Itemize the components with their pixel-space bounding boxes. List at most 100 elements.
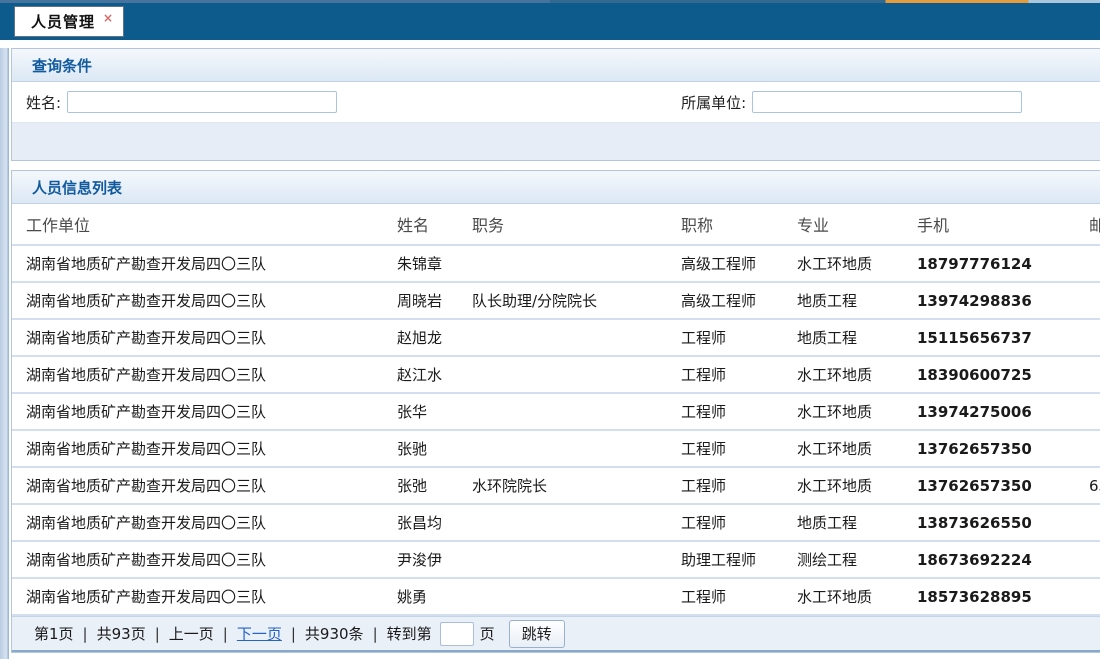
main-content: 查询条件 姓名: 所属单位: 人员信息列表 <box>0 48 1100 659</box>
name-field-group: 姓名: <box>12 91 337 113</box>
cell-title: 工程师 <box>667 467 783 504</box>
tab-bar: 人员管理 × <box>0 3 1100 40</box>
cell-name: 朱锦章 <box>383 245 458 282</box>
cell-title: 助理工程师 <box>667 541 783 578</box>
cell-unit: 湖南省地质矿产勘查开发局四〇三队 <box>12 541 383 578</box>
cell-name: 赵江水 <box>383 356 458 393</box>
prev-page-button[interactable]: 上一页 <box>169 623 214 644</box>
tab-personnel-management[interactable]: 人员管理 × <box>14 6 124 37</box>
pagination-bar: 第1页 | 共93页 | 上一页 | 下一页 | 共930条 | 转到第 页 跳… <box>12 616 1100 652</box>
cell-name: 张昌均 <box>383 504 458 541</box>
cell-position <box>458 393 667 430</box>
cell-email <box>1075 319 1100 356</box>
cell-major: 水工环地质 <box>783 467 903 504</box>
table-row: 湖南省地质矿产勘查开发局四〇三队赵江水工程师水工环地质18390600725 <box>12 356 1100 393</box>
cell-position <box>458 356 667 393</box>
query-fields-row: 姓名: 所属单位: <box>12 82 1100 123</box>
name-field-label: 姓名: <box>26 92 61 113</box>
close-icon[interactable]: × <box>103 12 113 24</box>
total-pages-label: 共93页 <box>97 623 146 644</box>
table-header: 工作单位 姓名 职务 职称 专业 手机 邮箱 <box>12 204 1100 245</box>
table-row: 湖南省地质矿产勘查开发局四〇三队张弛水环院院长工程师水工环地质137626573… <box>12 467 1100 504</box>
goto-suffix-label: 页 <box>480 623 495 644</box>
cell-email <box>1075 504 1100 541</box>
cell-major: 测绘工程 <box>783 541 903 578</box>
cell-major: 地质工程 <box>783 319 903 356</box>
next-page-link[interactable]: 下一页 <box>237 623 282 644</box>
cell-unit: 湖南省地质矿产勘查开发局四〇三队 <box>12 319 383 356</box>
cell-unit: 湖南省地质矿产勘查开发局四〇三队 <box>12 245 383 282</box>
cell-major: 水工环地质 <box>783 578 903 615</box>
list-section-title: 人员信息列表 <box>32 177 122 198</box>
cell-mobile: 18797776124 <box>903 245 1075 282</box>
cell-name: 姚勇 <box>383 578 458 615</box>
cell-name: 张驰 <box>383 430 458 467</box>
cell-position <box>458 245 667 282</box>
cell-major: 水工环地质 <box>783 430 903 467</box>
table-row: 湖南省地质矿产勘查开发局四〇三队周晓岩队长助理/分院院长高级工程师地质工程139… <box>12 282 1100 319</box>
cell-mobile: 13873626550 <box>903 504 1075 541</box>
cell-position <box>458 319 667 356</box>
current-page-label: 第1页 <box>34 623 74 644</box>
query-toolbar-strip <box>12 123 1100 160</box>
jump-button[interactable]: 跳转 <box>509 620 565 648</box>
cell-unit: 湖南省地质矿产勘查开发局四〇三队 <box>12 467 383 504</box>
cell-title: 工程师 <box>667 430 783 467</box>
cell-unit: 湖南省地质矿产勘查开发局四〇三队 <box>12 393 383 430</box>
table-row: 湖南省地质矿产勘查开发局四〇三队张昌均工程师地质工程13873626550 <box>12 504 1100 541</box>
table-body: 湖南省地质矿产勘查开发局四〇三队朱锦章高级工程师水工环地质18797776124… <box>12 245 1100 615</box>
cell-mobile: 13974275006 <box>903 393 1075 430</box>
cell-email <box>1075 430 1100 467</box>
cell-position <box>458 578 667 615</box>
table-row: 湖南省地质矿产勘查开发局四〇三队姚勇 工程师水工环地质18573628895 <box>12 578 1100 615</box>
cell-title: 工程师 <box>667 393 783 430</box>
table-row: 湖南省地质矿产勘查开发局四〇三队尹浚伊 助理工程师测绘工程18673692224 <box>12 541 1100 578</box>
table-row: 湖南省地质矿产勘查开发局四〇三队张华工程师水工环地质13974275006 <box>12 393 1100 430</box>
cell-title: 高级工程师 <box>667 245 783 282</box>
col-header-title: 职称 <box>667 204 783 245</box>
col-header-email: 邮箱 <box>1075 204 1100 245</box>
cell-major: 水工环地质 <box>783 393 903 430</box>
pager-separator: | <box>83 625 88 643</box>
cell-position <box>458 504 667 541</box>
cell-title: 高级工程师 <box>667 282 783 319</box>
cell-mobile: 13762657350 <box>903 467 1075 504</box>
personnel-list-section: 人员信息列表 工作单位 姓名 职务 职称 专业 手机 邮箱 湖南省地质矿产勘查开 <box>11 170 1100 653</box>
query-section-title: 查询条件 <box>32 55 92 76</box>
query-section: 查询条件 姓名: 所属单位: <box>11 48 1100 161</box>
cell-major: 地质工程 <box>783 282 903 319</box>
goto-page-input[interactable] <box>440 622 474 646</box>
left-margin-strip <box>0 48 9 659</box>
table-row: 湖南省地质矿产勘查开发局四〇三队赵旭龙工程师地质工程15115656737 <box>12 319 1100 356</box>
cell-mobile: 18390600725 <box>903 356 1075 393</box>
goto-prefix-label: 转到第 <box>387 623 432 644</box>
cell-position: 水环院院长 <box>458 467 667 504</box>
cell-email <box>1075 541 1100 578</box>
cell-major: 水工环地质 <box>783 245 903 282</box>
pager-separator: | <box>155 625 160 643</box>
cell-mobile: 18573628895 <box>903 578 1075 615</box>
cell-email <box>1075 393 1100 430</box>
pager-separator: | <box>291 625 296 643</box>
cell-mobile: 13762657350 <box>903 430 1075 467</box>
cell-unit: 湖南省地质矿产勘查开发局四〇三队 <box>12 578 383 615</box>
unit-field-label: 所属单位: <box>681 92 746 113</box>
cell-email <box>1075 282 1100 319</box>
cell-mobile: 18673692224 <box>903 541 1075 578</box>
cell-unit: 湖南省地质矿产勘查开发局四〇三队 <box>12 504 383 541</box>
cell-email <box>1075 356 1100 393</box>
cell-unit: 湖南省地质矿产勘查开发局四〇三队 <box>12 356 383 393</box>
table-row: 湖南省地质矿产勘查开发局四〇三队朱锦章 高级工程师水工环地质18797776124 <box>12 245 1100 282</box>
cell-position <box>458 430 667 467</box>
cell-mobile: 15115656737 <box>903 319 1075 356</box>
col-header-major: 专业 <box>783 204 903 245</box>
cell-position <box>458 541 667 578</box>
cell-name: 尹浚伊 <box>383 541 458 578</box>
cell-name: 周晓岩 <box>383 282 458 319</box>
cell-title: 工程师 <box>667 578 783 615</box>
cell-position: 队长助理/分院院长 <box>458 282 667 319</box>
unit-input[interactable] <box>752 91 1022 113</box>
tab-title: 人员管理 <box>31 11 95 32</box>
name-input[interactable] <box>67 91 337 113</box>
personnel-table: 工作单位 姓名 职务 职称 专业 手机 邮箱 湖南省地质矿产勘查开发局四〇三队朱… <box>12 204 1100 616</box>
